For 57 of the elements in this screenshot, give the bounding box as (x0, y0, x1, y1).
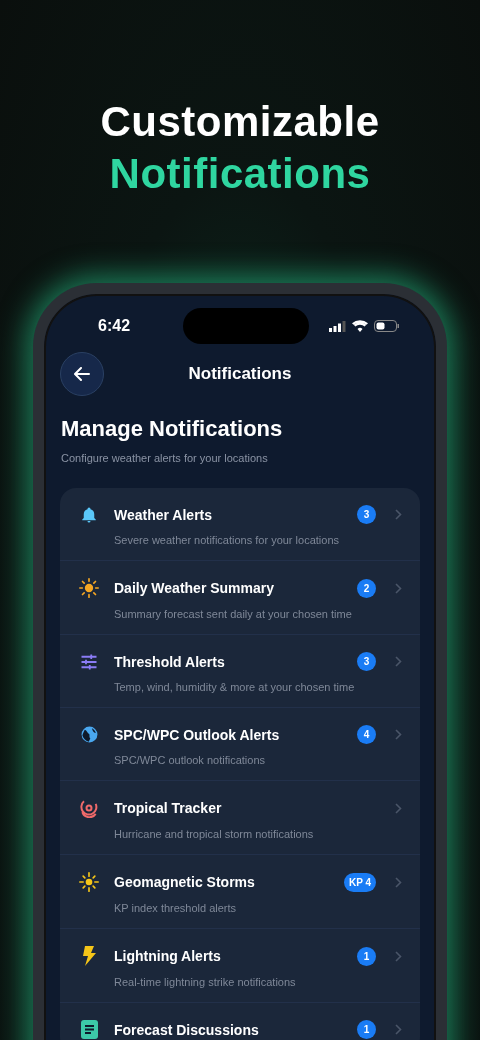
chevron-icon (395, 656, 402, 667)
bell-icon (80, 505, 98, 524)
count-badge: 3 (357, 652, 376, 671)
row-title: Lightning Alerts (114, 948, 222, 964)
back-button[interactable] (60, 352, 104, 396)
row-subtitle: Severe weather notifications for your locations (114, 534, 340, 546)
count-badge: 4 (357, 725, 376, 744)
chevron-icon (395, 509, 402, 520)
row-title: Tropical Tracker (114, 800, 223, 816)
row-title: Weather Alerts (114, 506, 214, 523)
row-subtitle: KP index threshold alerts (114, 902, 238, 914)
settings-row[interactable]: Forecast Discussions 1 (60, 1002, 420, 1040)
row-title: Daily Weather Summary (114, 580, 276, 596)
row-subtitle: SPC/WPC outlook notifications (114, 754, 266, 766)
section-title: Manage Notifications (61, 416, 284, 442)
sliders-icon (80, 652, 98, 671)
count-badge: 3 (357, 505, 376, 524)
settings-row[interactable]: SPC/WPC Outlook Alerts 4 SPC/WPC outlook notifications (60, 707, 420, 780)
count-badge: KP 4 (343, 872, 376, 892)
chevron-icon (395, 729, 402, 740)
lightning-icon (81, 946, 97, 966)
row-title: Threshold Alerts (114, 653, 226, 670)
screen-title: Notifications (187, 364, 293, 384)
row-title: Forecast Discussions (114, 1021, 260, 1038)
row-subtitle: Temp, wind, humidity & more at your chosen time (114, 681, 356, 693)
wifi-icon (352, 320, 368, 332)
row-subtitle: Summary forecast sent daily at your chosen time (114, 608, 353, 620)
signal-icon (329, 320, 346, 332)
count-badge: 1 (357, 1020, 376, 1039)
row-subtitle: Real-time lightning strike notifications (114, 976, 297, 988)
chevron-icon (395, 1024, 402, 1035)
chevron-icon (395, 876, 402, 888)
settings-row[interactable]: Lightning Alerts 1 Real-time lightning strike notifications (60, 928, 420, 1002)
settings-row[interactable]: Threshold Alerts 3 Temp, wind, humidity & more at your chosen time (60, 634, 420, 707)
settings-row[interactable]: Daily Weather Summary 2 Summary forecast sent daily at your chosen time (60, 560, 420, 634)
chevron-icon (395, 802, 402, 814)
chevron-icon (395, 582, 402, 594)
count-badge: 2 (357, 578, 376, 598)
settings-row[interactable]: Weather Alerts 3 Severe weather notifications for your locations (60, 488, 420, 560)
headline: Customizable (99, 97, 381, 147)
globe-icon (79, 725, 99, 744)
settings-row[interactable]: Tropical Tracker Hurricane and tropical storm notifications (60, 780, 420, 854)
settings-row[interactable]: Geomagnetic Storms KP 4 KP index threshold alerts (60, 854, 420, 928)
row-title: Geomagnetic Storms (114, 874, 256, 890)
row-title: SPC/WPC Outlook Alerts (114, 726, 281, 743)
sun-icon (79, 578, 99, 598)
count-badge: 1 (357, 946, 376, 966)
battery-icon (374, 320, 400, 332)
status-time: 6:42 (97, 317, 131, 335)
back-arrow-icon (74, 367, 90, 381)
headline: Notifications (108, 149, 372, 199)
document-icon (80, 1020, 98, 1039)
row-subtitle: Hurricane and tropical storm notifications (114, 828, 315, 840)
hurricane-icon (79, 798, 99, 818)
section-subtitle: Configure weather alerts for your locations (61, 452, 269, 464)
chevron-icon (395, 950, 402, 962)
sparkle-icon (79, 872, 99, 892)
